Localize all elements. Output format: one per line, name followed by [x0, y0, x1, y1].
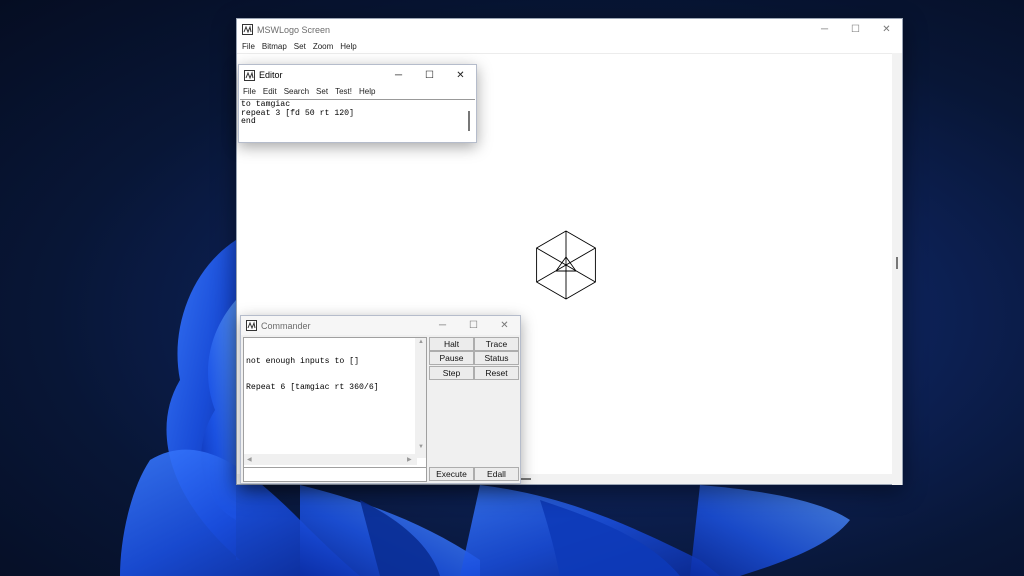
trace-button[interactable]: Trace	[474, 337, 519, 351]
main-vertical-scroll-thumb[interactable]	[896, 257, 898, 269]
scroll-down-icon[interactable]: ▼	[418, 444, 424, 450]
editor-menu-file[interactable]: File	[241, 87, 261, 96]
output-line: Repeat 6 [tamgiac rt 360/6]	[246, 382, 379, 392]
editor-line: repeat 3 [fd 50 rt 120]	[241, 108, 355, 118]
menu-bitmap[interactable]: Bitmap	[260, 42, 292, 51]
menu-zoom[interactable]: Zoom	[311, 42, 338, 51]
main-vertical-scrollbar[interactable]	[892, 53, 902, 485]
editor-menu-test[interactable]: Test!	[333, 87, 357, 96]
minimize-icon[interactable]: ─	[383, 65, 414, 85]
editor-window: Editor ─ ☐ ✕ File Edit Search Set Test! …	[238, 64, 477, 143]
maximize-icon[interactable]: ☐	[458, 316, 489, 335]
status-button[interactable]: Status	[474, 351, 519, 365]
execute-button[interactable]: Execute	[429, 467, 474, 481]
reset-button[interactable]: Reset	[474, 366, 519, 380]
commander-output[interactable]: not enough inputs to [] Repeat 6 [tamgia…	[243, 337, 427, 480]
menu-set[interactable]: Set	[292, 42, 311, 51]
commander-window: Commander ─ ☐ ✕ not enough inputs to [] …	[240, 315, 521, 484]
editor-menu-search[interactable]: Search	[282, 87, 314, 96]
commander-horizontal-scrollbar[interactable]: ◀ ▶	[244, 454, 417, 465]
commander-input[interactable]	[243, 467, 427, 482]
output-line: not enough inputs to []	[246, 356, 360, 366]
menu-file[interactable]: File	[240, 42, 260, 51]
halt-button[interactable]: Halt	[429, 337, 474, 351]
editor-menu-set[interactable]: Set	[314, 87, 333, 96]
editor-menubar: File Edit Search Set Test! Help	[239, 85, 476, 98]
edall-button[interactable]: Edall	[474, 467, 519, 481]
close-icon[interactable]: ✕	[445, 65, 476, 85]
scroll-right-icon[interactable]: ▶	[407, 456, 412, 463]
close-icon[interactable]: ✕	[871, 19, 902, 40]
commander-title: Commander	[261, 320, 311, 331]
minimize-icon[interactable]: ─	[427, 316, 458, 335]
pause-button[interactable]: Pause	[429, 351, 474, 365]
editor-scroll-thumb[interactable]	[468, 111, 470, 131]
editor-title: Editor	[259, 70, 283, 80]
minimize-icon[interactable]: ─	[809, 19, 840, 40]
close-icon[interactable]: ✕	[489, 316, 520, 335]
editor-text-area[interactable]: to tamgiac repeat 3 [fd 50 rt 120] end	[240, 99, 475, 141]
commander-titlebar[interactable]: Commander ─ ☐ ✕	[241, 316, 520, 335]
menu-help[interactable]: Help	[338, 42, 361, 51]
scroll-up-icon[interactable]: ▲	[418, 339, 424, 345]
main-titlebar[interactable]: MSWLogo Screen ─ ☐ ✕	[237, 19, 902, 40]
step-button[interactable]: Step	[429, 366, 474, 380]
maximize-icon[interactable]: ☐	[414, 65, 445, 85]
scroll-left-icon[interactable]: ◀	[247, 456, 252, 463]
commander-app-icon	[246, 320, 257, 331]
editor-titlebar[interactable]: Editor ─ ☐ ✕	[239, 65, 476, 85]
main-window-title: MSWLogo Screen	[257, 24, 331, 35]
editor-app-icon	[244, 69, 255, 81]
mswlogo-app-icon	[242, 24, 253, 35]
editor-line: end	[241, 117, 256, 127]
commander-vertical-scrollbar[interactable]: ▲ ▼	[415, 338, 426, 458]
editor-menu-help[interactable]: Help	[357, 87, 380, 96]
editor-menu-edit[interactable]: Edit	[261, 87, 282, 96]
main-menubar: File Bitmap Set Zoom Help	[237, 40, 902, 53]
maximize-icon[interactable]: ☐	[840, 19, 871, 40]
